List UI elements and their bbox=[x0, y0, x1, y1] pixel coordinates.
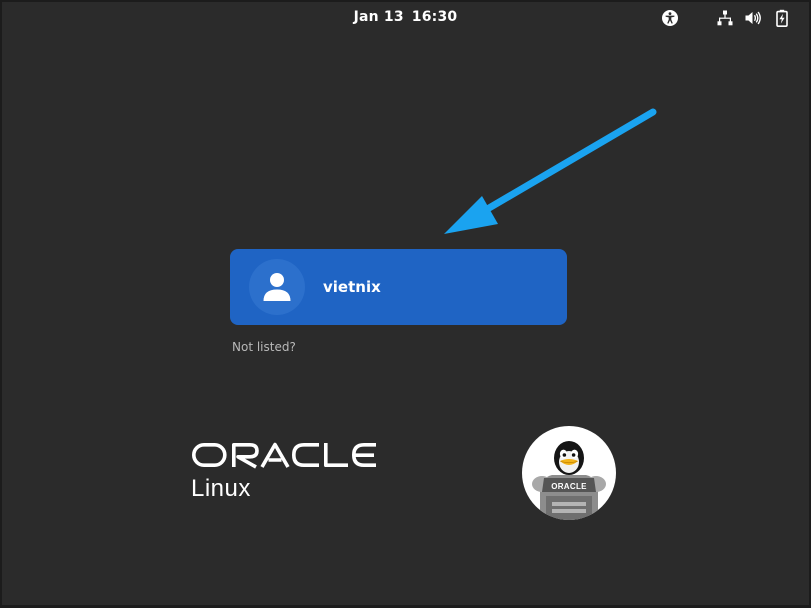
clock-time: 16:30 bbox=[411, 9, 458, 25]
oracle-wordmark-icon bbox=[191, 442, 376, 469]
user-avatar bbox=[249, 259, 305, 315]
username-label: vietnix bbox=[323, 278, 381, 296]
tux-badge: ORACLE bbox=[522, 426, 616, 520]
not-listed-link[interactable]: Not listed? bbox=[232, 340, 296, 354]
user-item-vietnix[interactable]: vietnix bbox=[230, 249, 567, 325]
product-name: Linux bbox=[191, 475, 251, 502]
clock[interactable]: Jan 13 16:30 bbox=[0, 9, 811, 25]
battery-charging-icon[interactable] bbox=[773, 9, 791, 27]
top-bar: Jan 13 16:30 bbox=[0, 0, 811, 36]
accessibility-icon[interactable] bbox=[661, 9, 679, 27]
annotation-arrow bbox=[444, 108, 657, 234]
tux-badge-label: ORACLE bbox=[551, 482, 587, 491]
volume-icon[interactable] bbox=[744, 9, 762, 27]
network-wired-icon[interactable] bbox=[716, 9, 734, 27]
user-avatar-icon bbox=[263, 273, 291, 301]
clock-date: Jan 13 bbox=[353, 9, 404, 25]
tux-penguin-icon bbox=[532, 441, 606, 520]
login-screen: Jan 13 16:30 vietnix Not listed? Linux O… bbox=[0, 0, 811, 608]
